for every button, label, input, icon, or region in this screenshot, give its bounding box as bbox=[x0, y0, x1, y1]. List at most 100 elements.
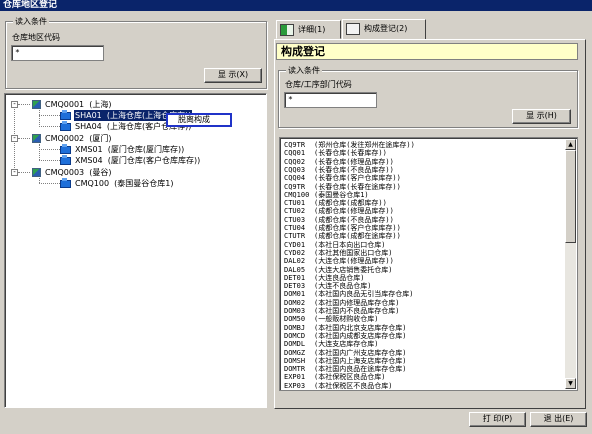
list-item-name: (泰国曼谷仓库1) bbox=[314, 190, 369, 199]
list-item[interactable]: CQQ02 (长春仓库(修理品库存)) bbox=[284, 158, 394, 166]
list-item-code: DAL02 bbox=[284, 257, 306, 266]
scroll-down-arrow-icon[interactable]: ▼ bbox=[565, 378, 576, 389]
print-button[interactable]: 打 印(P) bbox=[469, 412, 526, 427]
list-item[interactable]: DOMCD (本社国内成都支店库存仓库) bbox=[284, 332, 406, 340]
list-item-name: (本社国内不良品库存仓库) bbox=[314, 307, 400, 315]
region-icon bbox=[32, 100, 41, 109]
tree-node-code: XMS04 bbox=[75, 156, 103, 165]
list-item[interactable]: DOMBJ (本社国内北京支店库存仓库) bbox=[284, 324, 406, 332]
list-item-code: DOMSH bbox=[284, 356, 306, 365]
list-item-name: (本社国内成都支店库存仓库) bbox=[314, 331, 407, 340]
list-item-name: (大连良品仓库) bbox=[314, 273, 365, 282]
region-icon bbox=[32, 134, 41, 143]
list-item[interactable]: CQ9TR (郑州仓库(发往郑州在途库存)) bbox=[284, 141, 415, 149]
list-item-name: (本社国内上海支店库存仓库) bbox=[314, 356, 407, 365]
list-item[interactable]: DOM02 (本社国内修理品库存仓库) bbox=[284, 299, 399, 307]
tree-node-code: CMQ0003 bbox=[45, 168, 85, 177]
list-item[interactable]: DOMDL (大连支店库存仓库) bbox=[284, 340, 378, 348]
list-item[interactable]: CTU01 (成都仓库(成都库存)) bbox=[284, 199, 387, 207]
list-item[interactable]: DOM03 (本社国内不良品库存仓库) bbox=[284, 307, 399, 315]
tree-node-name: (厦门仓库(厦门库存)) bbox=[107, 145, 185, 154]
context-menu-remove-from-structure[interactable]: 脱离构成 bbox=[166, 113, 232, 127]
tree-expander-cmq0001[interactable]: - bbox=[11, 101, 18, 108]
list-item[interactable]: CMQ100 (泰国曼谷仓库1) bbox=[284, 191, 369, 199]
list-item[interactable]: DAL05 (大连大店销售委托仓库) bbox=[284, 266, 392, 274]
warehouse-icon bbox=[60, 143, 71, 154]
list-item-code: EXP01 bbox=[284, 373, 306, 382]
list-item[interactable]: DAL02 (大连仓库(修理品库存)) bbox=[284, 257, 394, 265]
tree-node-name: (泰国曼谷仓库1) bbox=[114, 179, 174, 188]
tree-node-code: CMQ0002 bbox=[45, 134, 85, 143]
right-display-button[interactable]: 显 示(H) bbox=[512, 109, 571, 124]
list-item-name: (本社日本向出口仓库) bbox=[314, 240, 386, 249]
list-item-name: (成都仓库(修理品库存)) bbox=[314, 207, 394, 216]
book-icon bbox=[280, 23, 294, 36]
tree-expander-cmq0003[interactable]: - bbox=[11, 169, 18, 176]
list-item[interactable]: CTUTR (成都仓库(成都在途库存)) bbox=[284, 232, 401, 240]
list-item[interactable]: CTU03 (成都仓库(不良品库存)) bbox=[284, 216, 394, 224]
tree-node-xms04[interactable]: XMS04 (厦门仓库(客户仓库库存)) bbox=[60, 154, 201, 166]
tree-node-cmq0001[interactable]: CMQ0001 (上海) bbox=[32, 99, 113, 110]
list-item[interactable]: DOMSH (本社国内上海支店库存仓库) bbox=[284, 357, 406, 365]
scroll-thumb[interactable] bbox=[565, 150, 576, 243]
list-item-code: CMQ100 bbox=[284, 190, 310, 199]
exit-button[interactable]: 退 出(E) bbox=[530, 412, 587, 427]
tree-node-xms01[interactable]: XMS01 (厦门仓库(厦门库存)) bbox=[60, 143, 185, 155]
list-item[interactable]: DOM50 (一般贩材购收仓库) bbox=[284, 315, 378, 323]
list-item-code: DOMBJ bbox=[284, 323, 306, 332]
list-item[interactable]: DET03 (大连不良品仓库) bbox=[284, 282, 371, 290]
warehouse-region-code-input[interactable]: * bbox=[11, 45, 104, 61]
list-item[interactable]: DOM01 (本社国内良品无引当库存仓库) bbox=[284, 290, 413, 298]
list-item-code: DOM50 bbox=[284, 315, 306, 324]
list-scrollbar[interactable]: ▲ ▼ bbox=[565, 139, 576, 389]
list-item-code: EXP03 bbox=[284, 381, 306, 390]
region-icon bbox=[32, 168, 41, 177]
tree-node-cmq100[interactable]: CMQ100 (泰国曼谷仓库1) bbox=[60, 177, 175, 189]
list-item-code: DOM01 bbox=[284, 290, 306, 299]
list-item[interactable]: CTU02 (成都仓库(修理品库存)) bbox=[284, 207, 394, 215]
tree-node-cmq0002[interactable]: CMQ0002 (厦门) bbox=[32, 133, 113, 144]
list-item-name: (长春仓库(不良品库存)) bbox=[314, 165, 394, 174]
list-item-code: DOMDL bbox=[284, 340, 306, 349]
left-display-button[interactable]: 显 示(X) bbox=[204, 68, 262, 83]
list-item-name: (成都仓库(成都在途库存)) bbox=[314, 232, 401, 241]
list-item-code: CQQ02 bbox=[284, 157, 306, 166]
list-item-name: (本社其他国家出口仓库) bbox=[314, 248, 393, 257]
list-item-name: (郑州仓库(发往郑州在途库存)) bbox=[314, 141, 415, 149]
warehouse-dept-code-input[interactable]: * bbox=[284, 92, 377, 108]
tab-structure-label: 构成登记(2) bbox=[364, 24, 408, 33]
list-item[interactable]: CQQ03 (长春仓库(不良品库存)) bbox=[284, 166, 394, 174]
list-item-code: CTUTR bbox=[284, 232, 306, 241]
tree-node-code: CMQ0001 bbox=[45, 100, 85, 109]
list-item[interactable]: CYD02 (本社其他国家出口仓库) bbox=[284, 249, 392, 257]
tree-node-cmq0003[interactable]: CMQ0003 (曼谷) bbox=[32, 167, 113, 178]
tab-detail[interactable]: 详细(1) bbox=[276, 20, 341, 39]
list-item[interactable]: EXP03 (本社保税区不良品仓库) bbox=[284, 382, 392, 390]
list-item[interactable]: CQQ01 (长春仓库(长春库存)) bbox=[284, 149, 387, 157]
list-item-name: (大连大店销售委托仓库) bbox=[314, 265, 393, 274]
warehouse-list[interactable]: CQ9TR (郑州仓库(发往郑州在途库存)) CQQ01 (长春仓库(长春库存)) CQ… bbox=[279, 137, 578, 391]
list-item-code: DOMGZ bbox=[284, 348, 306, 357]
document-icon bbox=[346, 22, 360, 35]
list-item[interactable]: CQ9TR (长春仓库(长春在途库存)) bbox=[284, 183, 401, 191]
right-group-title: 读入条件 bbox=[286, 65, 322, 76]
warehouse-icon bbox=[60, 120, 71, 131]
list-item[interactable]: DET01 (大连良品仓库) bbox=[284, 274, 364, 282]
left-group-title: 读入条件 bbox=[13, 16, 49, 27]
list-item-code: DAL05 bbox=[284, 265, 306, 274]
list-item[interactable]: CTU04 (成都仓库(客户仓库库存)) bbox=[284, 224, 401, 232]
list-item-code: CTU03 bbox=[284, 215, 306, 224]
list-item-code: DET01 bbox=[284, 273, 306, 282]
list-item[interactable]: EXP01 (本社保税区良品仓库) bbox=[284, 373, 385, 381]
tree-expander-cmq0002[interactable]: - bbox=[11, 135, 18, 142]
list-item[interactable]: DOMGZ (本社国内广州支店库存仓库) bbox=[284, 349, 406, 357]
list-item[interactable]: DOMTR (本社国内良品在途库存仓库) bbox=[284, 365, 406, 373]
tree-node-code: CMQ100 bbox=[75, 179, 110, 188]
list-item[interactable]: CQQ04 (长春仓库(客户仓库库存)) bbox=[284, 174, 401, 182]
tab-structure-registration[interactable]: 构成登记(2) bbox=[342, 19, 426, 40]
tree-node-code: XMS01 bbox=[75, 145, 103, 154]
tree-node-code: SHA01 bbox=[75, 111, 102, 120]
list-item-code: CQ9TR bbox=[284, 141, 306, 149]
list-item[interactable]: CYD01 (本社日本向出口仓库) bbox=[284, 241, 385, 249]
scroll-up-arrow-icon[interactable]: ▲ bbox=[565, 139, 576, 150]
